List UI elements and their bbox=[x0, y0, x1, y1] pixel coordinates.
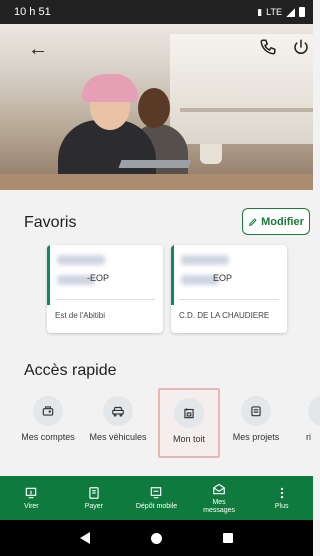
quick-access-vehicles[interactable]: Mes véhicules bbox=[87, 388, 149, 458]
nav-label: Virer bbox=[23, 502, 39, 510]
quick-access-label: Mes comptes bbox=[21, 432, 75, 442]
quick-access-label: Mes véhicules bbox=[89, 432, 147, 442]
mobile-deposit-icon bbox=[151, 486, 162, 498]
back-arrow-icon[interactable]: ← bbox=[26, 37, 50, 61]
envelope-icon bbox=[213, 483, 225, 495]
account-suffix: -EOP bbox=[87, 273, 110, 283]
quick-access-projects[interactable]: Mes projets bbox=[225, 388, 287, 458]
quick-access-accounts[interactable]: Mes comptes bbox=[17, 388, 79, 458]
more-icon bbox=[280, 487, 283, 498]
nav-label: Payer bbox=[84, 502, 104, 510]
power-icon[interactable] bbox=[289, 35, 313, 59]
status-bar: 10 h 51 ▮ LTE bbox=[0, 0, 313, 24]
nav-label: Mes messages bbox=[203, 498, 236, 514]
modify-label: Modifier bbox=[261, 215, 304, 228]
nav-mobile-deposit[interactable]: Dépôt mobile bbox=[125, 476, 188, 520]
quick-access-partial[interactable]: ri bbox=[292, 388, 320, 458]
status-time: 10 h 51 bbox=[14, 6, 51, 18]
institution-name: C.D. DE LA CHAUDIERE bbox=[179, 311, 270, 320]
bottom-navigation: Virer Payer Dépôt mobile Mes messages Pl… bbox=[0, 476, 313, 520]
blurred-account-name bbox=[57, 255, 105, 265]
nav-transfer[interactable]: Virer bbox=[0, 476, 63, 520]
system-home-icon[interactable] bbox=[150, 532, 162, 544]
quick-access-home[interactable]: Mon toit bbox=[158, 388, 220, 458]
vibrate-icon: ▮ bbox=[257, 6, 263, 17]
favorite-card[interactable]: EOP C.D. DE LA CHAUDIERE bbox=[171, 245, 287, 333]
system-back-icon[interactable] bbox=[80, 532, 91, 544]
modify-button[interactable]: Modifier bbox=[242, 208, 310, 235]
pencil-icon bbox=[249, 217, 257, 226]
nav-messages[interactable]: Mes messages bbox=[188, 476, 251, 520]
quick-access-label: ri bbox=[306, 432, 311, 442]
account-suffix: EOP bbox=[213, 273, 233, 283]
folder-icon bbox=[251, 406, 261, 417]
house-icon bbox=[184, 408, 194, 419]
phone-icon[interactable] bbox=[256, 35, 280, 59]
pay-icon bbox=[89, 486, 99, 499]
favorites-title: Favoris bbox=[24, 214, 77, 231]
institution-name: Est de l'Abitibi bbox=[55, 311, 105, 320]
quick-access-label: Mes projets bbox=[232, 432, 280, 442]
quick-access-title: Accès rapide bbox=[24, 362, 117, 379]
signal-icon bbox=[286, 7, 295, 17]
status-icons: ▮ LTE bbox=[257, 7, 305, 18]
favorite-card[interactable]: -EOP Est de l'Abitibi bbox=[47, 245, 163, 333]
network-label: LTE bbox=[266, 7, 282, 17]
nav-pay[interactable]: Payer bbox=[63, 476, 126, 520]
nav-label: Dépôt mobile bbox=[135, 502, 178, 510]
favorites-header: Favoris Modifier bbox=[0, 208, 313, 238]
system-recents-icon[interactable] bbox=[222, 533, 233, 543]
battery-icon bbox=[299, 7, 305, 17]
quick-access-label: Mon toit bbox=[172, 434, 205, 444]
car-icon bbox=[112, 406, 124, 417]
transfer-icon bbox=[26, 487, 37, 498]
nav-more[interactable]: Plus bbox=[250, 476, 313, 520]
blurred-account-name bbox=[181, 255, 229, 265]
wallet-icon bbox=[42, 406, 54, 416]
system-navigation-bar bbox=[0, 520, 313, 556]
nav-label: Plus bbox=[274, 502, 289, 510]
